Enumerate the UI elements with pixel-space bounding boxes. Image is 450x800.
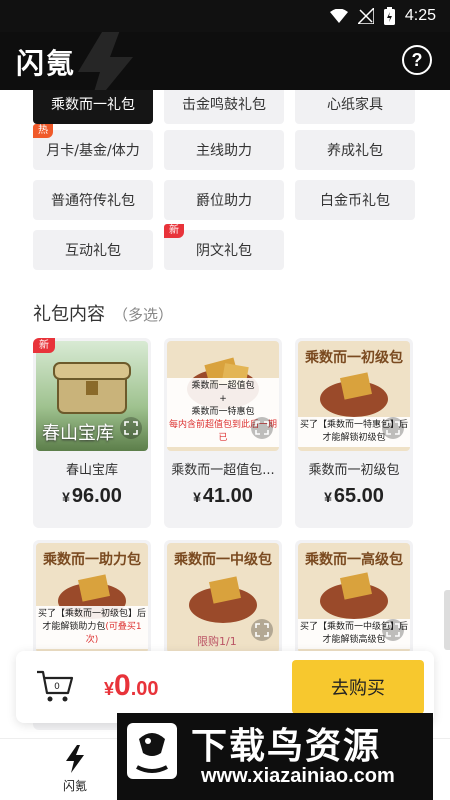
status-bar: 4:25 [0, 0, 450, 32]
zoom-icon[interactable] [120, 417, 142, 439]
new-badge: 新 [33, 338, 55, 353]
battery-icon [383, 7, 395, 25]
buy-button[interactable]: 去购买 [292, 660, 424, 714]
zoom-icon[interactable] [251, 417, 273, 439]
category-yinwen[interactable]: 新 阴文礼包 [164, 224, 284, 270]
product-image: 乘数而一助力包 买了【乘数而一初级包】后 才能解锁助力包(可叠买1次) [36, 543, 148, 653]
category-yueka[interactable]: 热 月卡/基金/体力 [33, 124, 153, 170]
section-subtitle: （多选） [113, 306, 174, 324]
product-price: ¥65.00 [324, 485, 384, 507]
category-zhuxian[interactable]: 主线助力 [164, 130, 284, 170]
product-image-title: 乘数而一中级包 [174, 552, 272, 568]
bird-logo-icon [127, 723, 177, 779]
category-hudong[interactable]: 互动礼包 [33, 230, 153, 270]
zoom-icon[interactable] [382, 417, 404, 439]
category-jijin[interactable]: 击金鸣鼓礼包 [164, 90, 284, 124]
category-futuan[interactable]: 普通符传礼包 [33, 180, 153, 220]
purchase-limit: 限购1/1 [197, 635, 237, 648]
scroll-handle[interactable] [444, 590, 450, 650]
product-image: 乘数而一高级包 买了【乘数而一中级包】后 才能解锁高级包 [298, 543, 410, 653]
product-caption: 买了【乘数而一初级包】后 才能解锁助力包(可叠买1次) [36, 606, 148, 649]
product-price: ¥96.00 [62, 485, 122, 507]
category-jueewei[interactable]: 爵位助力 [164, 180, 284, 220]
product-image: 乘数而一中级包 限购1/1 [167, 543, 279, 653]
nav-item-shanke[interactable]: 闪氪 [52, 745, 98, 794]
zoom-icon[interactable] [382, 619, 404, 641]
product-image: 乘数而一超值包 + 乘数而一特惠包 每内含前超值包到此后一期已 [167, 341, 279, 451]
product-image-title: 乘数而一高级包 [305, 552, 403, 568]
bolt-icon [66, 745, 84, 773]
product-title: 春山宝库 [65, 463, 118, 477]
watermark-url: www.xiazainiao.com [201, 765, 395, 787]
wifi-icon [329, 9, 348, 23]
cart-total: ¥0.00 [104, 669, 159, 702]
product-image-title: 乘数而一初级包 [305, 350, 403, 366]
svg-text:0: 0 [54, 682, 60, 692]
category-chengshu[interactable]: 乘数而一礼包 [33, 90, 153, 124]
new-tag: 新 [164, 224, 184, 238]
product-image-title: 乘数而一助力包 [43, 552, 141, 568]
product-card[interactable]: 乘数而一初级包 买了【乘数而一特惠包】后 才能解锁初级包 乘数而一初级包 ¥65… [295, 338, 413, 528]
watermark-title: 下载鸟资源 [191, 726, 382, 767]
app-header: 闪氪 ? [0, 32, 450, 90]
product-price: ¥41.00 [193, 485, 253, 507]
app-logo: 闪氪 [16, 47, 77, 80]
product-image: 春山宝库 [36, 341, 148, 451]
product-title: 乘数而一超值包... [171, 463, 275, 477]
watermark: 下载鸟资源 www.xiazainiao.com [117, 713, 433, 800]
zoom-icon[interactable] [251, 619, 273, 641]
section-title: 礼包内容 （多选） [33, 304, 174, 325]
product-card[interactable]: 乘数而一超值包 + 乘数而一特惠包 每内含前超值包到此后一期已 乘数而一超值包.… [164, 338, 282, 528]
product-card[interactable]: 新 春山宝库 春山宝库 ¥96.00 [33, 338, 151, 528]
cart-icon[interactable]: 0 [36, 669, 74, 703]
help-icon[interactable]: ? [402, 45, 432, 75]
hot-tag: 热 [33, 124, 53, 138]
category-yangcheng[interactable]: 养成礼包 [295, 130, 415, 170]
signal-icon [357, 8, 374, 24]
category-xinzhi[interactable]: 心纸家具 [295, 90, 415, 124]
status-time: 4:25 [404, 7, 436, 24]
product-title: 乘数而一初级包 [308, 463, 400, 477]
category-baijinbi[interactable]: 白金币礼包 [295, 180, 415, 220]
product-image: 乘数而一初级包 买了【乘数而一特惠包】后 才能解锁初级包 [298, 341, 410, 451]
